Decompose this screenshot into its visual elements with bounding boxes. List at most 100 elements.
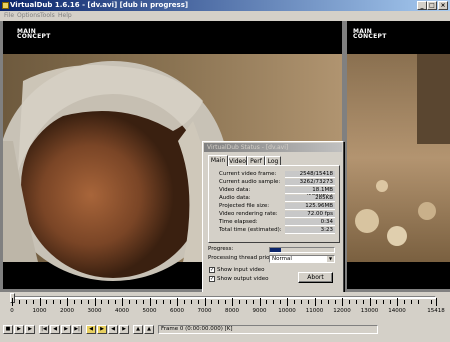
go-start-icon[interactable]: |◀ — [39, 325, 49, 334]
stat-label: Video rendering rate: — [219, 211, 278, 217]
input-logo: MAIN CONCEPT — [17, 29, 51, 40]
stat-label: Video data: — [219, 187, 251, 193]
timeline-tick — [259, 298, 261, 306]
next-scene-icon[interactable]: ▶ — [119, 325, 129, 334]
timeline-minor-tick — [383, 300, 385, 304]
timeline-minor-tick — [53, 300, 55, 304]
menu-help[interactable]: Help — [58, 11, 72, 21]
timeline-minor-tick — [142, 300, 144, 304]
stat-row: Video rendering rate: 72.00 fps — [209, 211, 339, 218]
next-keyframe-icon[interactable]: ▶ — [97, 325, 107, 334]
step-forward-icon[interactable]: ▶ — [61, 325, 71, 334]
timeline-tick — [67, 298, 68, 306]
go-end-icon[interactable]: ▶| — [72, 325, 82, 334]
timeline-minor-tick — [335, 300, 337, 304]
timeline-tick-label: 0 — [10, 308, 14, 314]
main-title-bar[interactable]: VirtualDub 1.6.16 - [dv.avi] [dub in pro… — [0, 0, 450, 11]
minimize-button[interactable]: _ — [417, 1, 427, 10]
close-button[interactable]: × — [438, 1, 448, 10]
timeline-tick — [369, 298, 371, 306]
menu-tools[interactable]: Tools — [40, 11, 55, 21]
timeline-tick-label: 13000 — [360, 308, 379, 314]
timeline-minor-tick — [376, 300, 378, 304]
stat-value: 18.1MB (182KB/s) — [285, 187, 335, 200]
stat-label: Current audio sample: — [219, 179, 281, 185]
timeline-minor-tick — [101, 300, 103, 304]
timeline-minor-tick — [108, 300, 110, 304]
timeline-tick — [287, 298, 288, 306]
stat-value: 3:23 — [285, 227, 335, 234]
timeline-minor-tick — [280, 300, 282, 304]
stat-label: Current video frame: — [219, 171, 277, 177]
status-dialog-title-bar[interactable]: VirtualDub Status - [dv.avi] — [204, 143, 342, 152]
step-back-icon[interactable]: ◀ — [50, 325, 60, 334]
show-output-checkbox[interactable]: ✓ — [209, 276, 215, 282]
timeline-tick-label: 14000 — [388, 308, 406, 314]
timeline-tick — [177, 298, 178, 306]
play-output-icon[interactable]: ▶ — [25, 325, 35, 334]
timeline-minor-tick — [355, 300, 357, 304]
play-input-icon[interactable]: ▶ — [14, 325, 24, 334]
mark-out-icon[interactable]: ▲ — [144, 325, 154, 334]
timeline-minor-tick — [163, 300, 165, 304]
timeline-tick — [204, 298, 206, 306]
stat-value: 285KB — [285, 195, 335, 202]
stat-value: 0:34 — [285, 219, 335, 226]
prev-keyframe-icon[interactable]: ◀ — [86, 325, 96, 334]
timeline-minor-tick — [183, 300, 185, 304]
timeline[interactable]: 0 1000 2000 3000 4000 5000 6000 7000 8000 9000 100… — [0, 292, 450, 326]
window-title: VirtualDub 1.6.16 - [dv.avi] [dub in pro… — [10, 1, 189, 9]
timeline-minor-tick — [245, 300, 247, 304]
tab-main[interactable]: Main — [208, 155, 228, 166]
chevron-down-icon[interactable]: ▼ — [327, 256, 334, 262]
status-dialog-title: VirtualDub Status - [dv.avi] — [207, 144, 289, 151]
mark-in-icon[interactable]: ▲ — [133, 325, 143, 334]
timeline-minor-tick — [60, 300, 62, 304]
timeline-tick-label: 8000 — [225, 308, 239, 314]
timeline-minor-tick — [266, 300, 268, 304]
timeline-tick — [232, 298, 233, 306]
timeline-minor-tick — [410, 300, 412, 304]
show-output-label: Show output video — [217, 276, 269, 282]
timeline-minor-tick — [403, 300, 405, 304]
output-video-pane: MAIN CONCEPT — [347, 21, 450, 289]
bottom-toolbar: ■ ▶ ▶ |◀ ◀ ▶ ▶| ◀ ▶ ◀ ▶ ▲ ▲ Frame 0 (0:0… — [0, 323, 450, 342]
stop-icon[interactable]: ■ — [3, 325, 13, 334]
timeline-minor-tick — [431, 300, 433, 304]
timeline-tick — [39, 298, 41, 306]
prev-scene-icon[interactable]: ◀ — [108, 325, 118, 334]
timeline-minor-tick — [238, 300, 240, 304]
timeline-minor-tick — [218, 300, 220, 304]
timeline-minor-tick — [211, 300, 213, 304]
timeline-tick — [149, 298, 151, 306]
maximize-button[interactable]: □ — [427, 1, 437, 10]
timeline-minor-tick — [225, 300, 227, 304]
stat-value: 125.96MB — [285, 203, 335, 210]
stat-value: 3262/73273 — [285, 179, 335, 186]
frame-position-field: Frame 0 (0:00:00.000) [K] — [158, 325, 378, 334]
app-icon[interactable] — [2, 2, 9, 9]
stat-row: Current video frame: 2548/15418 — [209, 171, 339, 178]
timeline-tick-label: 12000 — [333, 308, 351, 314]
timeline-tick-label: 7000 — [197, 308, 212, 314]
stat-row: Current audio sample: 3262/73273 — [209, 179, 339, 186]
timeline-track[interactable] — [12, 296, 436, 299]
menu-options[interactable]: Options — [17, 11, 40, 21]
timeline-minor-tick — [190, 300, 192, 304]
timeline-tick — [12, 298, 13, 306]
timeline-tick — [94, 298, 96, 306]
show-input-checkbox[interactable]: ✓ — [209, 267, 215, 273]
menu-file[interactable]: File — [4, 11, 14, 21]
timeline-tick-label: 2000 — [60, 308, 74, 314]
timeline-minor-tick — [197, 300, 199, 304]
timeline-tick — [122, 298, 123, 306]
timeline-minor-tick — [300, 300, 302, 304]
stat-label: Projected file size: — [219, 203, 270, 209]
timeline-tick-label: 3000 — [87, 308, 102, 314]
stat-label: Time elapsed: — [219, 219, 258, 225]
output-logo: MAIN CONCEPT — [353, 29, 387, 40]
timeline-minor-tick — [135, 300, 137, 304]
timeline-minor-tick — [156, 300, 158, 304]
priority-select[interactable]: Normal ▼ — [269, 255, 335, 263]
abort-button[interactable]: Abort — [298, 272, 333, 283]
